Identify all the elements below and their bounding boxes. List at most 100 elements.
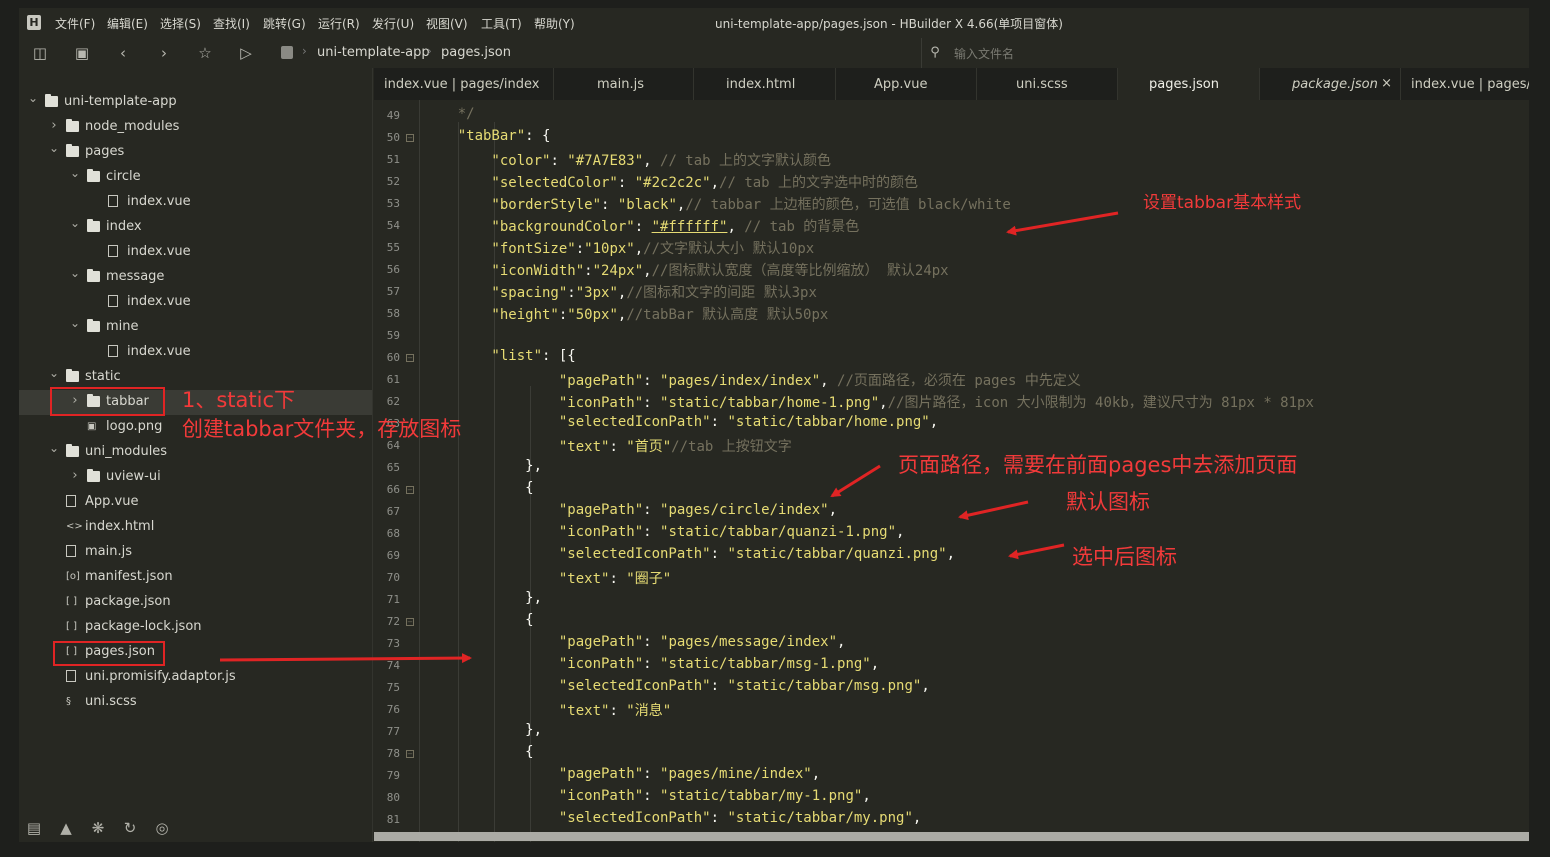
menu-edit[interactable]: 编辑(E) [107,15,148,32]
code-string: "首页" [626,439,672,455]
menu-view[interactable]: 视图(V) [426,15,468,32]
folder-icon [87,469,100,482]
menu-goto[interactable]: 跳转(G) [263,15,306,32]
run-icon[interactable]: ▷ [237,44,255,62]
tab-close-icon[interactable]: × [1381,76,1392,91]
scss-file-icon: § [66,696,71,707]
code-string: "pagePath" [424,634,644,650]
tree-item-index-vue[interactable]: index.vue [19,190,372,215]
breadcrumb-project[interactable]: uni-template-app [317,45,430,60]
tree-item-pages[interactable]: ⌄ pages [19,140,372,165]
tree-item-main-js[interactable]: main.js [19,540,372,565]
code-punct: : [643,502,661,518]
tab-pages-json[interactable]: pages.json [1118,68,1260,100]
fold-toggle-icon[interactable]: − [406,354,414,362]
code-line: "iconWidth":"24px",//图标默认宽度（高度等比例缩放） 默认2… [424,260,948,280]
breadcrumb-file[interactable]: pages.json [441,45,511,60]
tree-item-message[interactable]: ⌄ message [19,265,372,290]
tab-uni-scss[interactable]: uni.scss [977,68,1118,100]
code-string: "selectedColor" [424,175,618,191]
chevron-down-icon[interactable]: ⌄ [69,166,81,180]
tree-item-manifest-json[interactable]: [o] manifest.json [19,565,372,590]
code-punct: : [710,810,728,826]
tree-item-label: App.vue [85,494,139,509]
tree-item-mine[interactable]: ⌄ mine [19,315,372,340]
forward-icon[interactable]: › [155,44,173,62]
menu-find[interactable]: 查找(I) [213,15,250,32]
tree-item-circle[interactable]: ⌄ circle [19,165,372,190]
code-line: "selectedIconPath": "static/tabbar/my.pn… [424,810,921,826]
code-punct: , [634,241,644,257]
tree-item-uni-modules[interactable]: ⌄ uni_modules [19,440,372,465]
tree-item-index-vue[interactable]: index.vue [19,290,372,315]
tab-main-js[interactable]: main.js [554,68,694,100]
chevron-right-icon[interactable]: › [69,468,81,483]
tree-item-index-vue[interactable]: index.vue [19,240,372,265]
file-search-input[interactable] [952,44,1376,64]
menu-help[interactable]: 帮助(Y) [534,15,575,32]
project-manager-icon[interactable]: ▤ [25,819,43,837]
tree-item-uni-template-app[interactable]: ⌄ uni-template-app [19,90,372,115]
favorite-star-icon[interactable]: ☆ [196,44,214,62]
tab-label: pages.json [1149,77,1219,92]
vue-file-icon [108,195,118,207]
chevron-down-icon[interactable]: ⌄ [48,366,60,380]
tree-item-index[interactable]: ⌄ index [19,215,372,240]
menu-file[interactable]: 文件(F) [55,15,95,32]
chevron-down-icon[interactable]: ⌄ [48,441,60,455]
fold-toggle-icon[interactable]: − [406,486,414,494]
tree-item-label: index [106,219,142,234]
debug-icon[interactable]: ❋ [89,819,107,837]
tree-item-index-html[interactable]: <> index.html [19,515,372,540]
menu-publish[interactable]: 发行(U) [372,15,414,32]
annotation-selected-icon: 选中后图标 [1072,545,1177,569]
tab-app-vue[interactable]: App.vue [836,68,977,100]
chevron-right-icon[interactable]: › [48,118,60,133]
chevron-down-icon[interactable]: ⌄ [69,266,81,280]
back-icon[interactable]: ‹ [114,44,132,62]
horizontal-scrollbar[interactable] [374,832,1529,841]
tree-item-node-modules[interactable]: › node_modules [19,115,372,140]
plugins-icon[interactable]: ▲ [57,819,75,837]
tree-item-app-vue[interactable]: App.vue [19,490,372,515]
code-string: "iconPath" [424,788,644,804]
tree-item-uview-ui[interactable]: › uview-ui [19,465,372,490]
tab-index-html[interactable]: index.html [694,68,836,100]
code-punct: : [643,788,661,804]
tree-item-label: index.vue [127,194,191,209]
menu-select[interactable]: 选择(S) [160,15,201,32]
new-file-icon[interactable]: ◫ [31,44,49,62]
tree-item-package-lock-json[interactable]: [ ] package-lock.json [19,615,372,640]
fold-toggle-icon[interactable]: − [406,618,414,626]
annotation-create-folder: 创建tabbar文件夹，存放图标 [182,417,462,441]
tab-index-vue-pages-circle[interactable]: index.vue | pages/c [1401,68,1529,100]
vue-file-icon [108,295,118,307]
menu-run[interactable]: 运行(R) [318,15,360,32]
fold-toggle-icon[interactable]: − [406,750,414,758]
chevron-down-icon[interactable]: ⌄ [69,316,81,330]
tree-item-index-vue[interactable]: index.vue [19,340,372,365]
tree-item-uni-promisify-adaptor-js[interactable]: uni.promisify.adaptor.js [19,665,372,690]
tab-package-json[interactable]: package.json × [1260,68,1401,100]
line-number: 56 [386,263,400,276]
tree-item-package-json[interactable]: [ ] package.json [19,590,372,615]
tree-item-label: uni.promisify.adaptor.js [85,669,236,684]
source-control-icon[interactable]: ↻ [121,819,139,837]
menu-tools[interactable]: 工具(T) [481,15,522,32]
line-number: 71 [386,593,400,606]
web-preview-icon[interactable]: ◎ [153,819,171,837]
fold-toggle-icon[interactable]: − [406,134,414,142]
tree-item-uni-scss[interactable]: § uni.scss [19,690,372,715]
code-line: }, [424,590,542,606]
line-gutter: 49 50−51 52 53 54 55 56 57 58 59 60−61 62 63 64 65 66−6… [374,100,420,842]
chevron-down-icon[interactable]: ⌄ [27,91,39,105]
tree-item-label: package-lock.json [85,619,202,634]
json-file-icon: [ ] [66,621,77,632]
tab-index-vue-pages-index[interactable]: index.vue | pages/index [374,68,554,100]
code-punct: , [912,810,922,826]
code-punct: : [550,153,568,169]
code-line: "pagePath": "pages/index/index", //页面路径，… [424,370,1081,390]
chevron-down-icon[interactable]: ⌄ [69,216,81,230]
save-icon[interactable]: ▣ [73,44,91,62]
chevron-down-icon[interactable]: ⌄ [48,141,60,155]
